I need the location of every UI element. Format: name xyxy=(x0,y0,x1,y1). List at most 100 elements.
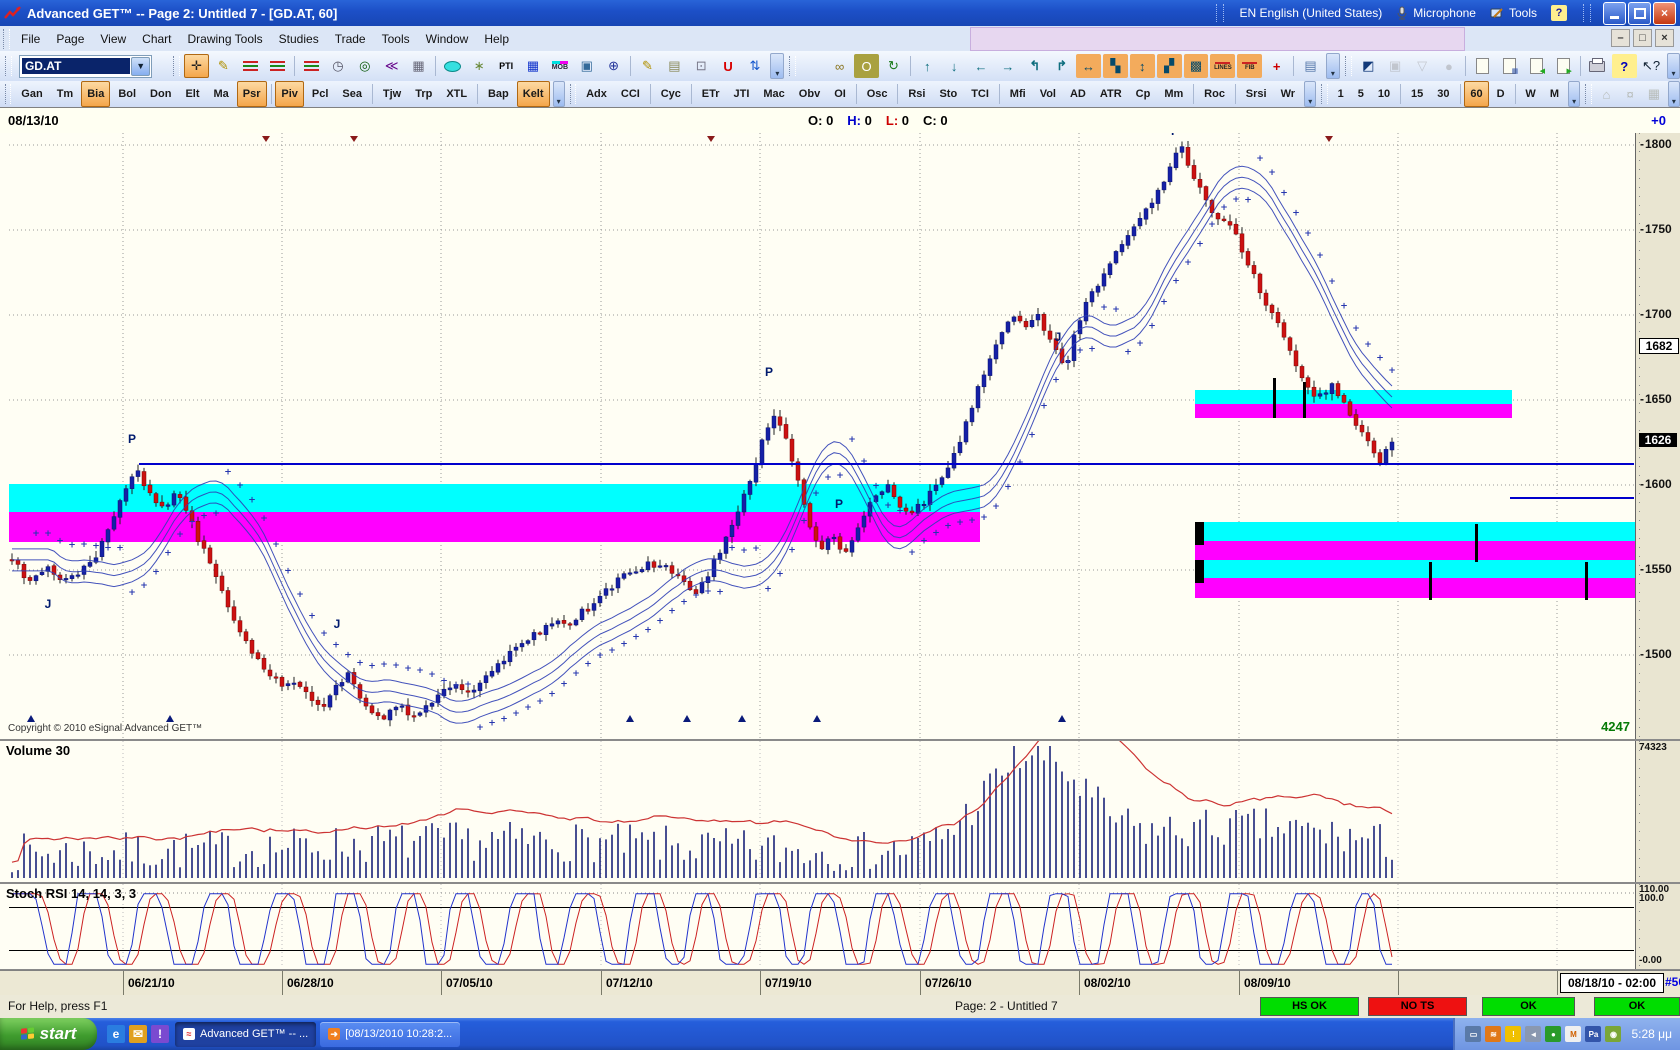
menu-grip[interactable] xyxy=(3,29,10,49)
chart-setup-icon[interactable]: ◩ xyxy=(1356,54,1381,78)
study-gan[interactable]: Gan xyxy=(15,81,48,107)
mob-tool-icon[interactable]: MOB xyxy=(547,54,572,78)
study-don[interactable]: Don xyxy=(144,81,177,107)
study-trp[interactable]: Trp xyxy=(409,81,438,107)
mdi-minimize-button[interactable]: – xyxy=(1611,29,1630,47)
grid-tool-icon[interactable]: ▦ xyxy=(406,54,431,78)
open-folder-icon[interactable] xyxy=(800,54,825,78)
symbol-dropdown-icon[interactable]: ▼ xyxy=(131,57,150,76)
timeframe-d[interactable]: D xyxy=(1491,81,1511,107)
study-bia[interactable]: Bia xyxy=(81,81,110,107)
print-icon[interactable] xyxy=(1585,54,1610,78)
expand-horizontal-icon[interactable]: ↔ xyxy=(1076,54,1101,78)
study-kelt[interactable]: Kelt xyxy=(517,81,550,107)
esignal-icon[interactable]: ≋ xyxy=(1485,1026,1501,1042)
zoom-in-icon[interactable]: ⊕ xyxy=(601,54,626,78)
study-bap[interactable]: Bap xyxy=(482,81,515,107)
date-axis[interactable]: 08/18/10 - 02:00 #5057 06/21/1006/28/100… xyxy=(0,970,1680,997)
timeframe-m[interactable]: M xyxy=(1544,81,1565,107)
bank-icon[interactable]: ▦ xyxy=(1643,82,1665,106)
split-view-icon[interactable]: ⇅ xyxy=(743,54,768,78)
timeframe-30[interactable]: 30 xyxy=(1431,81,1455,107)
timeframe-15[interactable]: 15 xyxy=(1405,81,1429,107)
indicator-etr[interactable]: ETr xyxy=(696,81,726,107)
annotation-icon[interactable]: ● xyxy=(1437,54,1462,78)
toolbar-grip[interactable] xyxy=(1321,84,1327,104)
menu-trade[interactable]: Trade xyxy=(327,28,374,50)
study-piv[interactable]: Piv xyxy=(275,81,304,107)
toolbar-overflow-button[interactable]: ▾ xyxy=(1326,53,1340,79)
menu-page[interactable]: Page xyxy=(48,28,92,50)
indicator-vol[interactable]: Vol xyxy=(1034,81,1062,107)
language-bar-options[interactable] xyxy=(1583,4,1591,22)
menu-chart[interactable]: Chart xyxy=(134,28,179,50)
language-tools-button[interactable]: Tools xyxy=(1490,6,1537,20)
menu-window[interactable]: Window xyxy=(418,28,477,50)
indicator-jti[interactable]: JTI xyxy=(727,81,755,107)
indicator-cyc[interactable]: Cyc xyxy=(655,81,687,107)
toolbar-grip[interactable] xyxy=(1585,84,1591,104)
mdi-restore-button[interactable]: □ xyxy=(1633,29,1652,47)
display-icon[interactable]: ▭ xyxy=(1465,1026,1481,1042)
indicator-oi[interactable]: OI xyxy=(828,81,852,107)
stoch-axis[interactable]: 110.00 100.0 -0.00 xyxy=(1635,884,1680,969)
minimize-button[interactable] xyxy=(1603,2,1626,25)
indicator-cci[interactable]: CCI xyxy=(615,81,646,107)
scroll-down-icon[interactable]: ↓ xyxy=(942,54,967,78)
regression-trend-icon[interactable] xyxy=(299,54,324,78)
copy-grid-icon[interactable]: ▤ xyxy=(662,54,687,78)
expand-vertical-icon[interactable]: ↕ xyxy=(1130,54,1155,78)
gann-target-icon[interactable]: ◎ xyxy=(352,54,377,78)
indicator-roc[interactable]: Roc xyxy=(1198,81,1231,107)
page-next-icon[interactable]: ▶ xyxy=(1551,54,1576,78)
indicator-srsi[interactable]: Srsi xyxy=(1240,81,1273,107)
study-tm[interactable]: Tm xyxy=(51,81,80,107)
timeframe-60[interactable]: 60 xyxy=(1464,81,1488,107)
start-button[interactable]: start xyxy=(0,1018,97,1050)
microphone-button[interactable]: Microphone xyxy=(1396,6,1476,20)
language-help-button[interactable]: ? xyxy=(1551,5,1567,21)
snapshot-icon[interactable]: ▣ xyxy=(1383,54,1408,78)
crosshair-icon[interactable]: + xyxy=(1264,54,1289,78)
page-prev-icon[interactable]: ◀ xyxy=(1524,54,1549,78)
task-button[interactable]: ≈Advanced GET™ -- ... xyxy=(175,1022,316,1047)
funnel-icon[interactable]: ▽ xyxy=(1410,54,1435,78)
toolbar-overflow-button[interactable]: ▾ xyxy=(1668,81,1680,107)
time-cycle-icon[interactable]: ◷ xyxy=(325,54,350,78)
toolbar-overflow-button[interactable]: ▾ xyxy=(553,81,565,107)
tile-windows-icon[interactable]: ▚ xyxy=(1103,54,1128,78)
properties-icon[interactable]: ▤ xyxy=(1298,54,1323,78)
toolbar-grip[interactable] xyxy=(5,84,11,104)
price-axis[interactable]: ⚆⚆ 180017501700165016001550150016821626 xyxy=(1635,133,1680,739)
menu-file[interactable]: File xyxy=(13,28,48,50)
timeframe-w[interactable]: W xyxy=(1519,81,1541,107)
indicator-osc[interactable]: Osc xyxy=(861,81,894,107)
step-back-icon[interactable]: ↰ xyxy=(1022,54,1047,78)
study-bol[interactable]: Bol xyxy=(112,81,142,107)
study-ma[interactable]: Ma xyxy=(208,81,235,107)
highlighter-tool-icon[interactable]: ✎ xyxy=(211,54,236,78)
menu-studies[interactable]: Studies xyxy=(271,28,327,50)
study-pcl[interactable]: Pcl xyxy=(306,81,335,107)
option-o-icon[interactable]: O xyxy=(854,54,879,78)
pti-icon[interactable]: PTI xyxy=(494,54,519,78)
indicator-wr[interactable]: Wr xyxy=(1275,81,1301,107)
study-elt[interactable]: Elt xyxy=(179,81,205,107)
data-manager-icon[interactable]: ● xyxy=(1545,1026,1561,1042)
timeframe-1[interactable]: 1 xyxy=(1332,81,1350,107)
money-icon[interactable]: ¤ xyxy=(1619,82,1641,106)
toolbar-grip[interactable] xyxy=(1345,56,1352,76)
study-xtl[interactable]: XTL xyxy=(440,81,473,107)
home-icon[interactable]: ⌂ xyxy=(1596,82,1618,106)
restore-button[interactable] xyxy=(1628,2,1651,25)
indicator-sto[interactable]: Sto xyxy=(933,81,963,107)
menu-drawing-tools[interactable]: Drawing Tools xyxy=(180,28,271,50)
study-psr[interactable]: Psr xyxy=(237,81,267,107)
page-edit-icon[interactable]: ▣ xyxy=(574,54,599,78)
ellipse-tool-icon[interactable] xyxy=(440,54,465,78)
volume-axis[interactable]: 74323 xyxy=(1635,741,1680,882)
grid-dots-icon[interactable]: ▩ xyxy=(1184,54,1209,78)
table-icon[interactable]: ▦ xyxy=(521,54,546,78)
hatch-tool-icon[interactable]: ∗ xyxy=(467,54,492,78)
toolbar-grip[interactable] xyxy=(173,56,180,76)
